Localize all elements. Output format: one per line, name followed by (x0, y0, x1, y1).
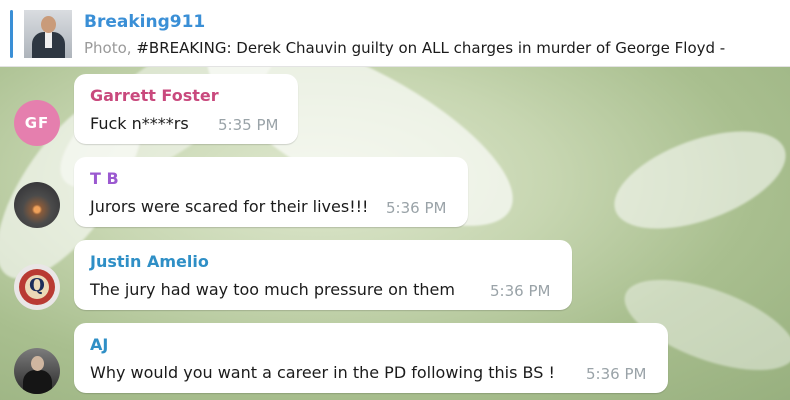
background-petal (601, 111, 790, 249)
avatar[interactable] (14, 348, 60, 394)
pinned-indicator (10, 10, 13, 58)
pinned-message-preview[interactable]: Photo, #BREAKING: Derek Chauvin guilty o… (84, 39, 784, 57)
q-logo-icon: Q (29, 275, 45, 296)
avatar[interactable]: Q (14, 264, 60, 310)
message-text: Fuck n****rs (90, 114, 189, 133)
message-bubble[interactable]: Garrett Foster Fuck n****rs 5:35 PM (74, 74, 298, 144)
pinned-photo-thumbnail[interactable] (24, 10, 72, 58)
message-time: 5:36 PM (586, 365, 647, 383)
message-text: Why would you want a career in the PD fo… (90, 363, 555, 382)
avatar[interactable]: GF (14, 100, 60, 146)
message-sender[interactable]: AJ (90, 335, 108, 354)
message-time: 5:35 PM (218, 116, 279, 134)
pinned-message-bar[interactable]: Breaking911 Photo, #BREAKING: Derek Chau… (0, 0, 790, 67)
pinned-channel-name[interactable]: Breaking911 (84, 12, 205, 32)
avatar-initials: GF (24, 114, 50, 132)
message-sender[interactable]: Justin Amelio (90, 252, 209, 271)
message-text: Jurors were scared for their lives!!! (90, 197, 369, 216)
message-bubble[interactable]: T B Jurors were scared for their lives!!… (74, 157, 468, 227)
message-sender[interactable]: T B (90, 169, 119, 188)
message-time: 5:36 PM (490, 282, 551, 300)
message-bubble[interactable]: Justin Amelio The jury had way too much … (74, 240, 572, 310)
message-text: The jury had way too much pressure on th… (90, 280, 455, 299)
message-sender[interactable]: Garrett Foster (90, 86, 219, 105)
message-time: 5:36 PM (386, 199, 447, 217)
pinned-media-type: Photo, (84, 39, 132, 57)
avatar[interactable] (14, 182, 60, 228)
pinned-message-text: #BREAKING: Derek Chauvin guilty on ALL c… (131, 39, 726, 57)
message-bubble[interactable]: AJ Why would you want a career in the PD… (74, 323, 668, 393)
